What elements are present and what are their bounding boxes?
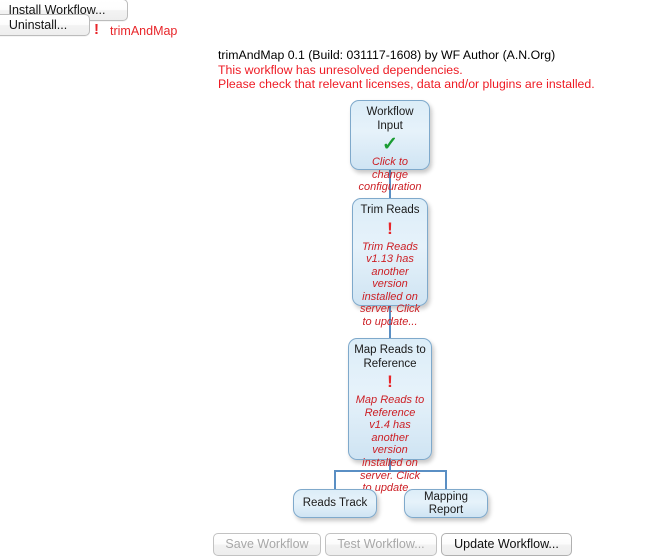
node-workflow-input-message: Click to change configuration	[358, 156, 422, 194]
dependency-error-line-2: Please check that relevant licenses, dat…	[218, 77, 595, 92]
node-trim-reads-title: Trim Reads	[360, 204, 420, 216]
save-workflow-button[interactable]: Save Workflow	[213, 533, 321, 556]
node-mapping-report[interactable]: Mapping Report	[404, 489, 488, 518]
warning-exclamation-icon: !	[387, 218, 393, 238]
connector-to-reads-track	[334, 470, 336, 489]
node-trim-reads-message: Trim Reads v1.13 has another version ins…	[359, 240, 421, 329]
warning-exclamation-icon: !	[94, 21, 99, 38]
workflow-title-line: trimAndMap 0.1 (Build: 031117-1608) by W…	[218, 48, 556, 62]
node-workflow-input-title: Workflow Input	[366, 106, 414, 132]
node-map-reads-message: Map Reads to Reference v1.4 has another …	[355, 394, 425, 495]
warning-exclamation-icon: !	[387, 372, 393, 391]
node-map-reads-to-reference[interactable]: Map Reads to Reference ! Map Reads to Re…	[348, 338, 432, 494]
node-reads-track[interactable]: Reads Track	[293, 489, 377, 518]
installed-workflow-name[interactable]: trimAndMap	[110, 24, 177, 38]
node-mapping-report-title: Mapping Report	[423, 490, 469, 517]
connector-to-mapping-report	[445, 470, 447, 489]
uninstall-button[interactable]: Uninstall...	[0, 14, 90, 36]
update-workflow-button[interactable]: Update Workflow...	[441, 533, 572, 556]
node-workflow-input[interactable]: Workflow Input ✓ Click to change configu…	[350, 100, 430, 193]
dependency-error-line-1: This workflow has unresolved dependencie…	[218, 62, 463, 77]
workflow-editor-canvas: Install Workflow... Uninstall... ! trimA…	[0, 0, 649, 559]
node-trim-reads[interactable]: Trim Reads ! Trim Reads v1.13 has anothe…	[352, 198, 428, 328]
node-map-reads-title: Map Reads to Reference	[354, 344, 426, 370]
node-reads-track-title: Reads Track	[302, 497, 368, 510]
check-icon: ✓	[382, 134, 398, 155]
test-workflow-button[interactable]: Test Workflow...	[325, 533, 437, 556]
workflow-header: trimAndMap 0.1 (Build: 031117-1608) by W…	[218, 48, 638, 92]
